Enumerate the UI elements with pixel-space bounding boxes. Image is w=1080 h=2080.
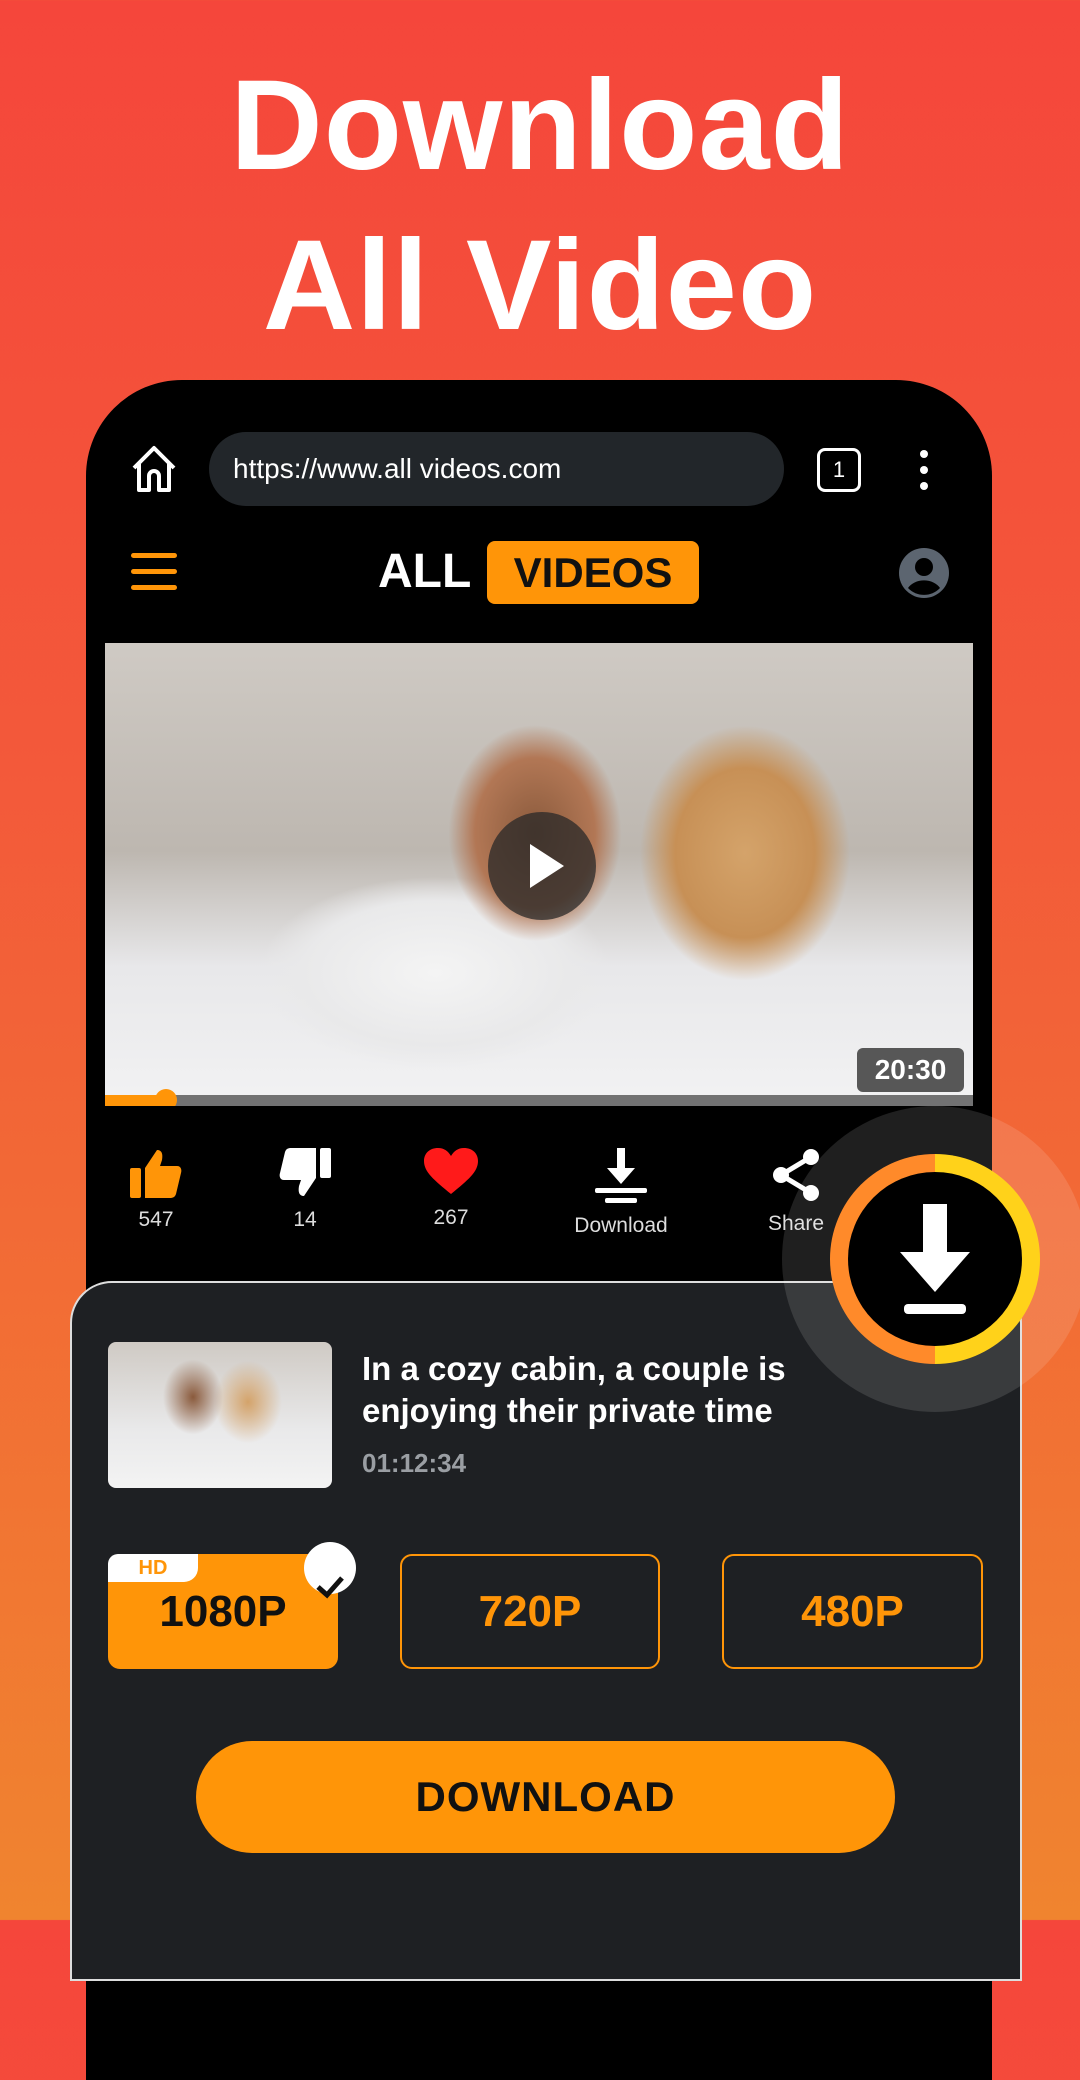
more-menu-icon[interactable] — [916, 448, 932, 492]
dislike-count: 14 — [293, 1208, 317, 1231]
download-button[interactable]: DOWNLOAD — [196, 1741, 895, 1853]
favorite-count: 267 — [433, 1206, 469, 1229]
floating-download-button[interactable] — [830, 1154, 1040, 1364]
logo-videos: VIDEOS — [487, 541, 699, 604]
headline-line-1: Download — [230, 54, 850, 197]
play-button[interactable] — [488, 812, 596, 920]
video-duration: 20:30 — [857, 1048, 964, 1092]
download-action-label: Download — [574, 1214, 668, 1237]
like-button[interactable]: 547 — [86, 1148, 226, 1232]
thumbs-down-icon — [279, 1148, 331, 1196]
video-player[interactable]: 20:30 — [105, 643, 973, 1106]
video-title: In a cozy cabin, a couple is enjoying th… — [362, 1350, 786, 1429]
logo-all: ALL — [378, 545, 472, 598]
quality-option-480p[interactable]: 480P — [722, 1554, 983, 1669]
video-thumbnail — [108, 1342, 332, 1488]
quality-option-1080p[interactable]: HD 1080P — [108, 1542, 356, 1669]
hd-badge: HD — [108, 1554, 198, 1582]
heart-icon — [424, 1148, 478, 1194]
hamburger-menu-icon[interactable] — [131, 553, 177, 591]
like-count: 547 — [138, 1208, 174, 1231]
quality-label: 720P — [478, 1587, 582, 1636]
account-avatar-icon[interactable] — [899, 548, 949, 598]
download-icon — [595, 1148, 647, 1203]
progress-track[interactable] — [105, 1095, 973, 1106]
quality-label: 480P — [801, 1587, 904, 1636]
headline-line-2: All Video — [262, 214, 818, 357]
video-length: 01:12:34 — [362, 1448, 467, 1478]
selected-check-icon — [304, 1542, 356, 1599]
favorite-button[interactable]: 267 — [381, 1148, 521, 1230]
tabs-button[interactable]: 1 — [817, 448, 861, 492]
progress-handle[interactable] — [154, 1089, 177, 1106]
quality-option-720p[interactable]: 720P — [400, 1554, 660, 1669]
thumbs-up-icon — [130, 1150, 182, 1198]
home-icon[interactable] — [130, 444, 178, 494]
quality-label: 1080P — [159, 1587, 287, 1636]
download-action-button[interactable]: Download — [551, 1148, 691, 1238]
download-arrow-icon — [900, 1204, 970, 1314]
dislike-button[interactable]: 14 — [235, 1148, 375, 1232]
url-bar[interactable]: https://www.all videos.com — [209, 432, 784, 506]
